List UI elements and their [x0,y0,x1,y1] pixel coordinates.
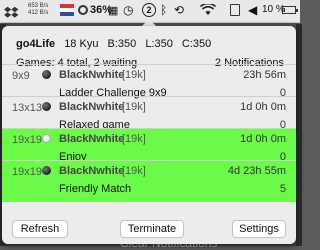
network-stats[interactable]: 653 B/s 412 B/s [28,3,48,17]
row-divider [2,64,296,65]
time-remaining: 4d 23h 55m [227,165,286,177]
rating-blitz: B:350 [107,38,137,50]
terminate-button[interactable]: Terminate [120,220,184,238]
percent-doc-icon[interactable]: ▦ [108,4,118,17]
refresh-button[interactable]: Refresh [12,220,68,238]
net-down: 412 B/s [28,10,49,16]
time-remaining: 23h 56m [243,69,286,81]
volume-icon[interactable]: ◀ [248,3,257,17]
net-up: 653 B/s [28,3,49,9]
white-stone-icon [42,134,51,143]
opponent-rank: [19k] [122,133,146,145]
row-divider [2,96,296,97]
opponent-name: BlackNwhite [59,69,125,81]
bluetooth-icon[interactable]: ᛒ [160,3,167,17]
opponent-rank: [19k] [122,69,146,81]
board-size: 19x19 [12,134,42,146]
popover-caret [142,19,156,26]
flag-icon[interactable] [60,4,74,16]
opponent-name: BlackNwhite [59,101,125,113]
go4life-popover: go4Life 18 Kyu B:350 L:350 C:350 Games: … [2,26,296,244]
notification-count-badge[interactable]: 2 [142,3,156,17]
row-divider [2,128,296,129]
time-remaining: 1d 0h 0m [240,101,286,113]
settings-button[interactable]: Settings [232,220,286,238]
rating-correspondence: C:350 [181,38,212,50]
desktop-strip [296,24,302,246]
game-name: Friendly Match [59,183,132,195]
black-stone-icon [42,166,51,175]
clock-icon[interactable]: ◷ [123,3,133,17]
opponent-name: BlackNwhite [59,165,125,177]
game-row[interactable]: 19x19 BlackNwhite [19k] 4d 23h 55m Friendly … [2,160,296,202]
battery-fill [284,8,285,12]
black-stone-icon [42,102,51,111]
user-header: go4Life 18 Kyu B:350 L:350 C:350 [16,38,286,50]
row-divider [2,160,296,161]
cpu-ring-icon[interactable] [78,5,88,15]
move-count: 5 [279,183,286,195]
clipboard-icon[interactable] [230,4,240,16]
timemachine-icon[interactable]: ⟲ [174,3,184,17]
battery-icon[interactable] [282,6,298,14]
opponent-rank: [19k] [122,101,146,113]
rating-live: L:350 [145,38,173,50]
board-size: 19x19 [12,166,42,178]
wifi-icon[interactable] [199,2,217,19]
opponent-name: BlackNwhite [59,133,125,145]
time-remaining: 1d 0h 0m [240,133,286,145]
black-stone-icon [42,70,51,79]
board-size: 13x13 [12,102,42,114]
user-rank: 18 Kyu [64,38,99,50]
board-size: 9x9 [12,70,30,82]
app-name: go4Life [16,38,56,50]
opponent-rank: [19k] [122,165,146,177]
dropbox-icon[interactable] [4,2,20,24]
